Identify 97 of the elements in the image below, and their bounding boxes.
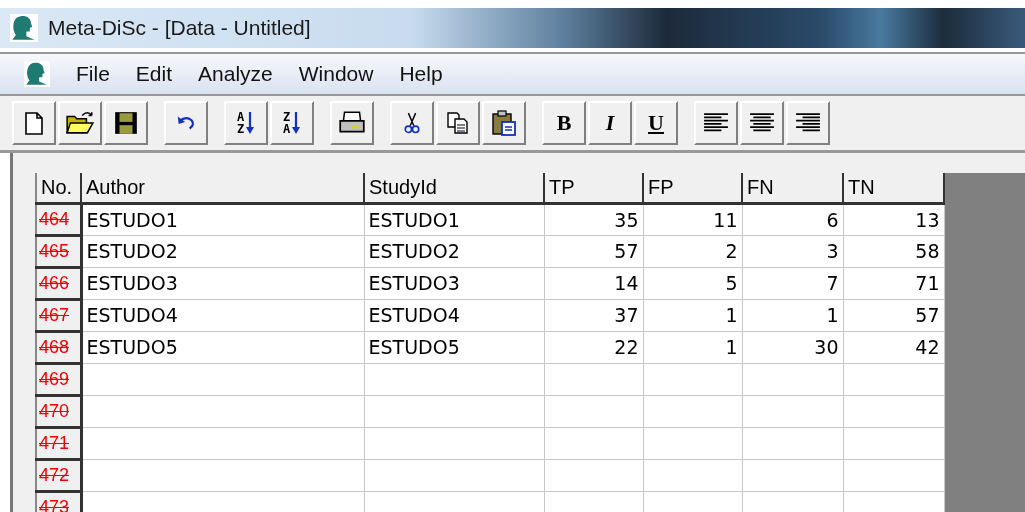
table-cell[interactable]: 37 [544, 299, 643, 331]
menu-item[interactable]: Analyze [198, 62, 273, 86]
table-cell[interactable] [643, 395, 742, 427]
table-cell[interactable]: 7 [742, 267, 843, 299]
scissors-icon [403, 110, 421, 136]
table-cell[interactable] [742, 427, 843, 459]
app-icon [10, 14, 38, 42]
table-cell[interactable]: ESTUDO4 [364, 299, 544, 331]
table-cell[interactable]: ESTUDO1 [364, 203, 544, 235]
table-cell[interactable]: ESTUDO4 [81, 299, 364, 331]
menu-item[interactable]: File [76, 62, 110, 86]
table-cell[interactable] [742, 395, 843, 427]
table-cell[interactable]: 57 [544, 235, 643, 267]
column-header[interactable]: TN [843, 173, 944, 203]
column-header[interactable]: FN [742, 173, 843, 203]
table-cell[interactable] [843, 395, 944, 427]
table-cell[interactable]: 35 [544, 203, 643, 235]
column-header[interactable]: FP [643, 173, 742, 203]
table-cell[interactable]: 58 [843, 235, 944, 267]
table-cell[interactable]: 1 [643, 331, 742, 363]
table-cell[interactable] [843, 427, 944, 459]
table-cell[interactable] [843, 363, 944, 395]
table-cell[interactable] [544, 395, 643, 427]
table-cell[interactable]: 2 [643, 235, 742, 267]
window-title: Meta-DiSc - [Data - Untitled] [48, 16, 311, 40]
sort-letters: Z A [282, 111, 291, 135]
table-cell[interactable] [81, 363, 364, 395]
table-cell[interactable]: ESTUDO2 [364, 235, 544, 267]
align-center-icon [749, 112, 775, 134]
table-cell[interactable]: 1 [643, 299, 742, 331]
table-cell[interactable] [643, 459, 742, 491]
table-cell[interactable]: 3 [742, 235, 843, 267]
undo-button[interactable] [164, 101, 208, 145]
copy-icon [446, 111, 470, 135]
table-cell[interactable]: 5 [643, 267, 742, 299]
table-cell[interactable]: 57 [843, 299, 944, 331]
align-left-icon [703, 112, 729, 134]
align-right-icon [795, 112, 821, 134]
menu-item[interactable]: Edit [135, 62, 173, 86]
table-cell[interactable] [364, 395, 544, 427]
table-cell[interactable]: 1 [742, 299, 843, 331]
italic-button[interactable]: I [588, 101, 632, 145]
table-cell[interactable] [643, 427, 742, 459]
table-cell[interactable] [364, 363, 544, 395]
column-header[interactable]: No. [36, 173, 81, 203]
clipboard-icon [491, 110, 517, 136]
sort-button[interactable]: Z A [270, 101, 314, 145]
new-button[interactable] [12, 101, 56, 145]
table-cell[interactable]: ESTUDO2 [81, 235, 364, 267]
table-cell[interactable]: 6 [742, 203, 843, 235]
table-cell[interactable]: 11 [643, 203, 742, 235]
table-cell[interactable] [81, 427, 364, 459]
save-button[interactable] [104, 101, 148, 145]
table-cell[interactable]: ESTUDO3 [81, 267, 364, 299]
copy-button[interactable] [436, 101, 480, 145]
table-cell[interactable] [81, 459, 364, 491]
table-cell[interactable]: 71 [843, 267, 944, 299]
table-cell[interactable]: 14 [544, 267, 643, 299]
table-cell[interactable]: 42 [843, 331, 944, 363]
table-cell[interactable] [544, 363, 643, 395]
table-cell[interactable] [544, 427, 643, 459]
menu-item[interactable]: Window [298, 62, 374, 86]
paste-button[interactable] [482, 101, 526, 145]
table-cell[interactable]: ESTUDO5 [81, 331, 364, 363]
table-cell[interactable]: 30 [742, 331, 843, 363]
align-left-button[interactable] [694, 101, 738, 145]
underline-button[interactable]: U [634, 101, 678, 145]
table-cell[interactable]: ESTUDO1 [81, 203, 364, 235]
align-right-button[interactable] [786, 101, 830, 145]
down-arrow-icon [291, 110, 302, 136]
page-icon [22, 110, 46, 136]
folder-icon [65, 110, 95, 136]
table-cell[interactable] [81, 395, 364, 427]
column-header[interactable]: StudyId [364, 173, 544, 203]
open-button[interactable] [58, 101, 102, 145]
table-cell[interactable] [643, 363, 742, 395]
table-cell[interactable] [364, 459, 544, 491]
print-button[interactable] [330, 101, 374, 145]
column-header[interactable]: Author [81, 173, 364, 203]
table-cell[interactable] [742, 363, 843, 395]
sort-button[interactable]: A Z [224, 101, 268, 145]
table-cell[interactable]: ESTUDO3 [364, 267, 544, 299]
cut-button[interactable] [390, 101, 434, 145]
table-cell[interactable] [742, 459, 843, 491]
sort-letters: A Z [236, 111, 245, 135]
bold-button[interactable]: B [542, 101, 586, 145]
align-center-button[interactable] [740, 101, 784, 145]
app-icon[interactable] [24, 61, 50, 87]
table-cell[interactable]: 22 [544, 331, 643, 363]
table-cell[interactable]: ESTUDO5 [364, 331, 544, 363]
table-cell[interactable] [364, 427, 544, 459]
table-cell[interactable] [544, 459, 643, 491]
column-header[interactable]: TP [544, 173, 643, 203]
table-cell[interactable] [843, 459, 944, 491]
down-arrow-icon [245, 110, 256, 136]
table-cell[interactable]: 13 [843, 203, 944, 235]
menu-item[interactable]: Help [399, 62, 443, 86]
